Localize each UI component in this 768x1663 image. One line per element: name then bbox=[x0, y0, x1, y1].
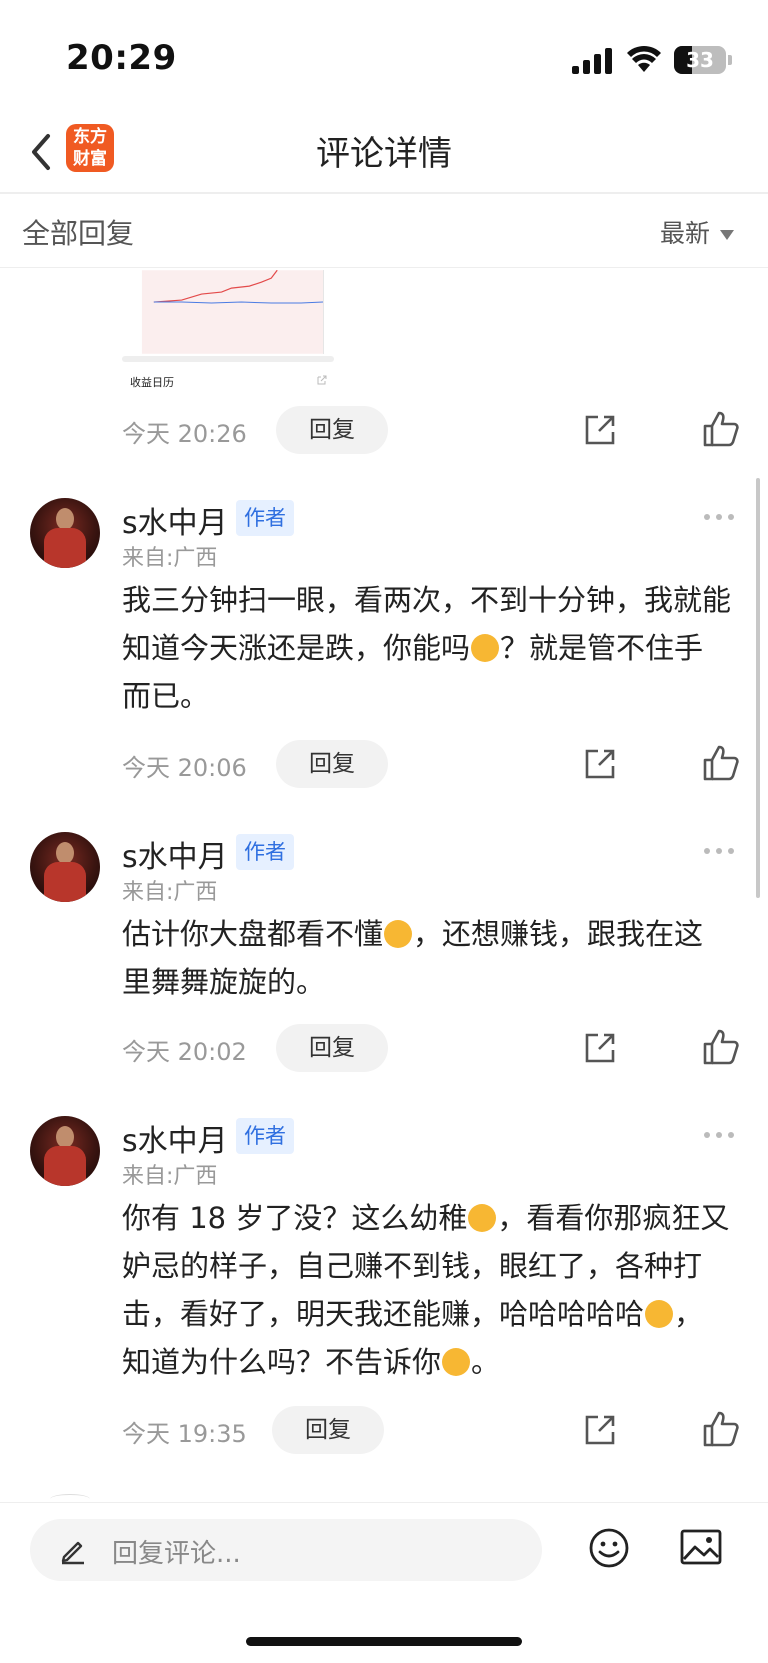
share-icon[interactable] bbox=[582, 1030, 618, 1066]
user-name[interactable]: s水中月 bbox=[122, 1116, 228, 1160]
comment-text: 你有 18 岁了没？这么幼稚 ，看看你那疯狂又妒忌的样子，自己赚不到钱，眼红了，各… bbox=[122, 1201, 730, 1379]
sort-label: 最新 bbox=[659, 219, 710, 248]
author-badge: 作者 bbox=[236, 500, 294, 536]
reply-button[interactable]: 回复 bbox=[272, 1406, 384, 1454]
avatar[interactable] bbox=[30, 498, 100, 568]
comment-text: 估计你大盘都看不懂 ，还想赚钱，跟我在这里舞舞旋旋的。 bbox=[122, 917, 704, 999]
nav-bar: 评论详情 东方 财富 bbox=[0, 110, 768, 194]
smiley-icon[interactable] bbox=[588, 1527, 630, 1569]
reply-input-placeholder: 回复评论... bbox=[112, 1539, 241, 1569]
reply-input[interactable]: 回复评论... bbox=[30, 1519, 542, 1581]
share-icon[interactable] bbox=[582, 412, 618, 448]
chart-thumb-plot bbox=[141, 270, 324, 354]
reply-button[interactable]: 回复 bbox=[276, 406, 388, 454]
comment-time: 今天 20:02 bbox=[122, 1038, 247, 1066]
pencil-icon bbox=[61, 1541, 84, 1565]
emoji-icon bbox=[442, 1348, 471, 1376]
sort-dropdown[interactable]: 最新 bbox=[660, 214, 734, 250]
thumbs-up-icon[interactable] bbox=[702, 744, 740, 782]
comment-text: 我三分钟扫一眼，看两次，不到十分钟，我就能知道今天涨还是跌，你能吗 ？就是管不住手… bbox=[122, 583, 732, 713]
emoji-icon bbox=[645, 1300, 674, 1328]
image-icon[interactable] bbox=[680, 1529, 722, 1565]
share-icon[interactable] bbox=[582, 746, 618, 782]
comment-actions: 今天 19:35 回复 bbox=[0, 1406, 768, 1456]
more-horizontal-icon[interactable] bbox=[704, 846, 738, 856]
comment-image-thumbnail[interactable]: 收益日历 bbox=[122, 270, 336, 390]
logo-line2: 财富 bbox=[73, 149, 107, 169]
logo-line1: 东方 bbox=[73, 127, 107, 147]
caret-down-icon bbox=[720, 230, 734, 240]
share-icon[interactable] bbox=[582, 1412, 618, 1448]
comment-time: 今天 20:06 bbox=[122, 754, 247, 782]
more-horizontal-icon[interactable] bbox=[704, 512, 738, 522]
user-name[interactable]: s水中月 bbox=[122, 832, 228, 876]
status-bar: 20:29 33 bbox=[0, 0, 768, 110]
external-link-icon bbox=[317, 375, 327, 385]
comment-time: 今天 20:26 bbox=[122, 420, 247, 448]
thumbs-up-icon[interactable] bbox=[702, 1028, 740, 1066]
author-badge: 作者 bbox=[236, 834, 294, 870]
app-logo[interactable]: 东方 财富 bbox=[66, 124, 114, 172]
more-horizontal-icon[interactable] bbox=[704, 1130, 738, 1140]
wifi-icon bbox=[627, 45, 661, 72]
user-location: 来自:广西 bbox=[122, 546, 218, 571]
reply-button[interactable]: 回复 bbox=[276, 1024, 388, 1072]
chart-thumb-caption: 收益日历 bbox=[130, 376, 174, 389]
home-indicator bbox=[246, 1637, 522, 1646]
scrollbar[interactable] bbox=[756, 478, 760, 898]
user-name[interactable]: s水中月 bbox=[122, 498, 228, 542]
avatar[interactable] bbox=[30, 1116, 100, 1186]
emoji-icon bbox=[468, 1204, 497, 1232]
emoji-icon bbox=[384, 920, 413, 948]
author-badge: 作者 bbox=[236, 1118, 294, 1154]
reply-input-bar: 回复评论... bbox=[0, 1502, 768, 1663]
filter-label: 全部回复 bbox=[22, 217, 135, 250]
avatar[interactable] bbox=[30, 832, 100, 902]
reply-button[interactable]: 回复 bbox=[276, 740, 388, 788]
page-title: 评论详情 bbox=[316, 134, 452, 174]
comment-actions: 今天 20:06 回复 bbox=[0, 740, 768, 790]
thumbs-up-icon[interactable] bbox=[702, 410, 740, 448]
thumbs-up-icon[interactable] bbox=[702, 1410, 740, 1448]
battery-icon: 33 bbox=[674, 46, 726, 74]
chevron-left-icon[interactable] bbox=[26, 130, 56, 174]
emoji-icon bbox=[471, 634, 500, 662]
comment-actions: 今天 20:26 回复 bbox=[0, 406, 768, 456]
user-location: 来自:广西 bbox=[122, 1164, 218, 1189]
signal-icon bbox=[572, 48, 612, 74]
filter-bar: 全部回复 最新 bbox=[0, 196, 768, 268]
comment-time: 今天 19:35 bbox=[122, 1420, 247, 1448]
battery-level: 33 bbox=[686, 48, 714, 72]
comment-actions: 今天 20:02 回复 bbox=[0, 1024, 768, 1074]
status-time: 20:29 bbox=[66, 38, 177, 78]
user-location: 来自:广西 bbox=[122, 880, 218, 905]
